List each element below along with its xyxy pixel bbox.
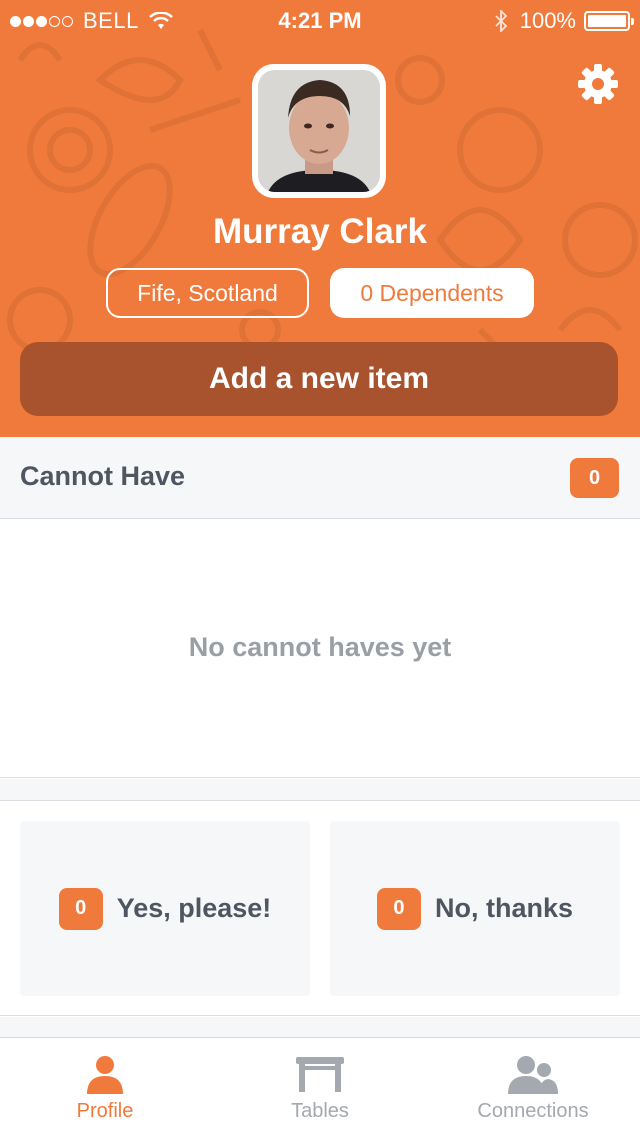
person-icon — [87, 1056, 123, 1094]
tab-bar: Profile Tables Connections — [0, 1037, 640, 1136]
tab-tables[interactable]: Tables — [260, 1038, 380, 1136]
tab-tables-label: Tables — [291, 1100, 349, 1122]
people-icon — [508, 1056, 558, 1094]
status-right: 100% — [494, 8, 634, 34]
profile-header: BELL 4:21 PM 100% Murray Clark Fife, Sco… — [0, 0, 640, 437]
add-new-item-button[interactable]: Add a new item — [20, 342, 618, 416]
tab-profile-label: Profile — [76, 1100, 134, 1122]
cannot-have-count-badge: 0 — [570, 458, 619, 498]
tab-connections[interactable]: Connections — [458, 1038, 608, 1136]
no-thanks-label: No, thanks — [434, 893, 574, 923]
no-thanks-count-badge: 0 — [376, 887, 421, 930]
cannot-have-header[interactable]: Cannot Have — [0, 437, 640, 519]
bluetooth-icon — [495, 10, 507, 32]
person-photo-icon — [258, 70, 380, 192]
avatar[interactable] — [252, 64, 386, 198]
table-icon — [296, 1057, 344, 1092]
cannot-have-empty-state: No cannot haves yet — [0, 520, 640, 778]
battery-percent: 100% — [519, 8, 576, 33]
no-thanks-card[interactable]: 0 No, thanks — [330, 821, 620, 996]
yes-please-count-badge: 0 — [58, 887, 103, 930]
avatar-photo — [258, 70, 380, 192]
profile-name: Murray Clark — [213, 212, 427, 251]
yes-please-label: Yes, please! — [116, 893, 272, 923]
tab-profile[interactable]: Profile — [45, 1038, 165, 1136]
status-bar: BELL 4:21 PM 100% — [0, 0, 640, 40]
settings-gear-icon[interactable] — [576, 62, 620, 106]
preference-cards: 0 Yes, please! 0 No, thanks — [0, 800, 640, 1016]
section-divider — [0, 1017, 640, 1037]
dependents-pill[interactable]: 0 Dependents — [330, 268, 534, 318]
location-pill[interactable]: Fife, Scotland — [106, 268, 309, 318]
tab-connections-label: Connections — [477, 1100, 589, 1122]
cannot-have-title: Cannot Have — [20, 461, 186, 491]
yes-please-card[interactable]: 0 Yes, please! — [20, 821, 310, 996]
section-divider — [0, 779, 640, 800]
battery-icon — [584, 11, 634, 31]
empty-state-text: No cannot haves yet — [188, 632, 452, 662]
